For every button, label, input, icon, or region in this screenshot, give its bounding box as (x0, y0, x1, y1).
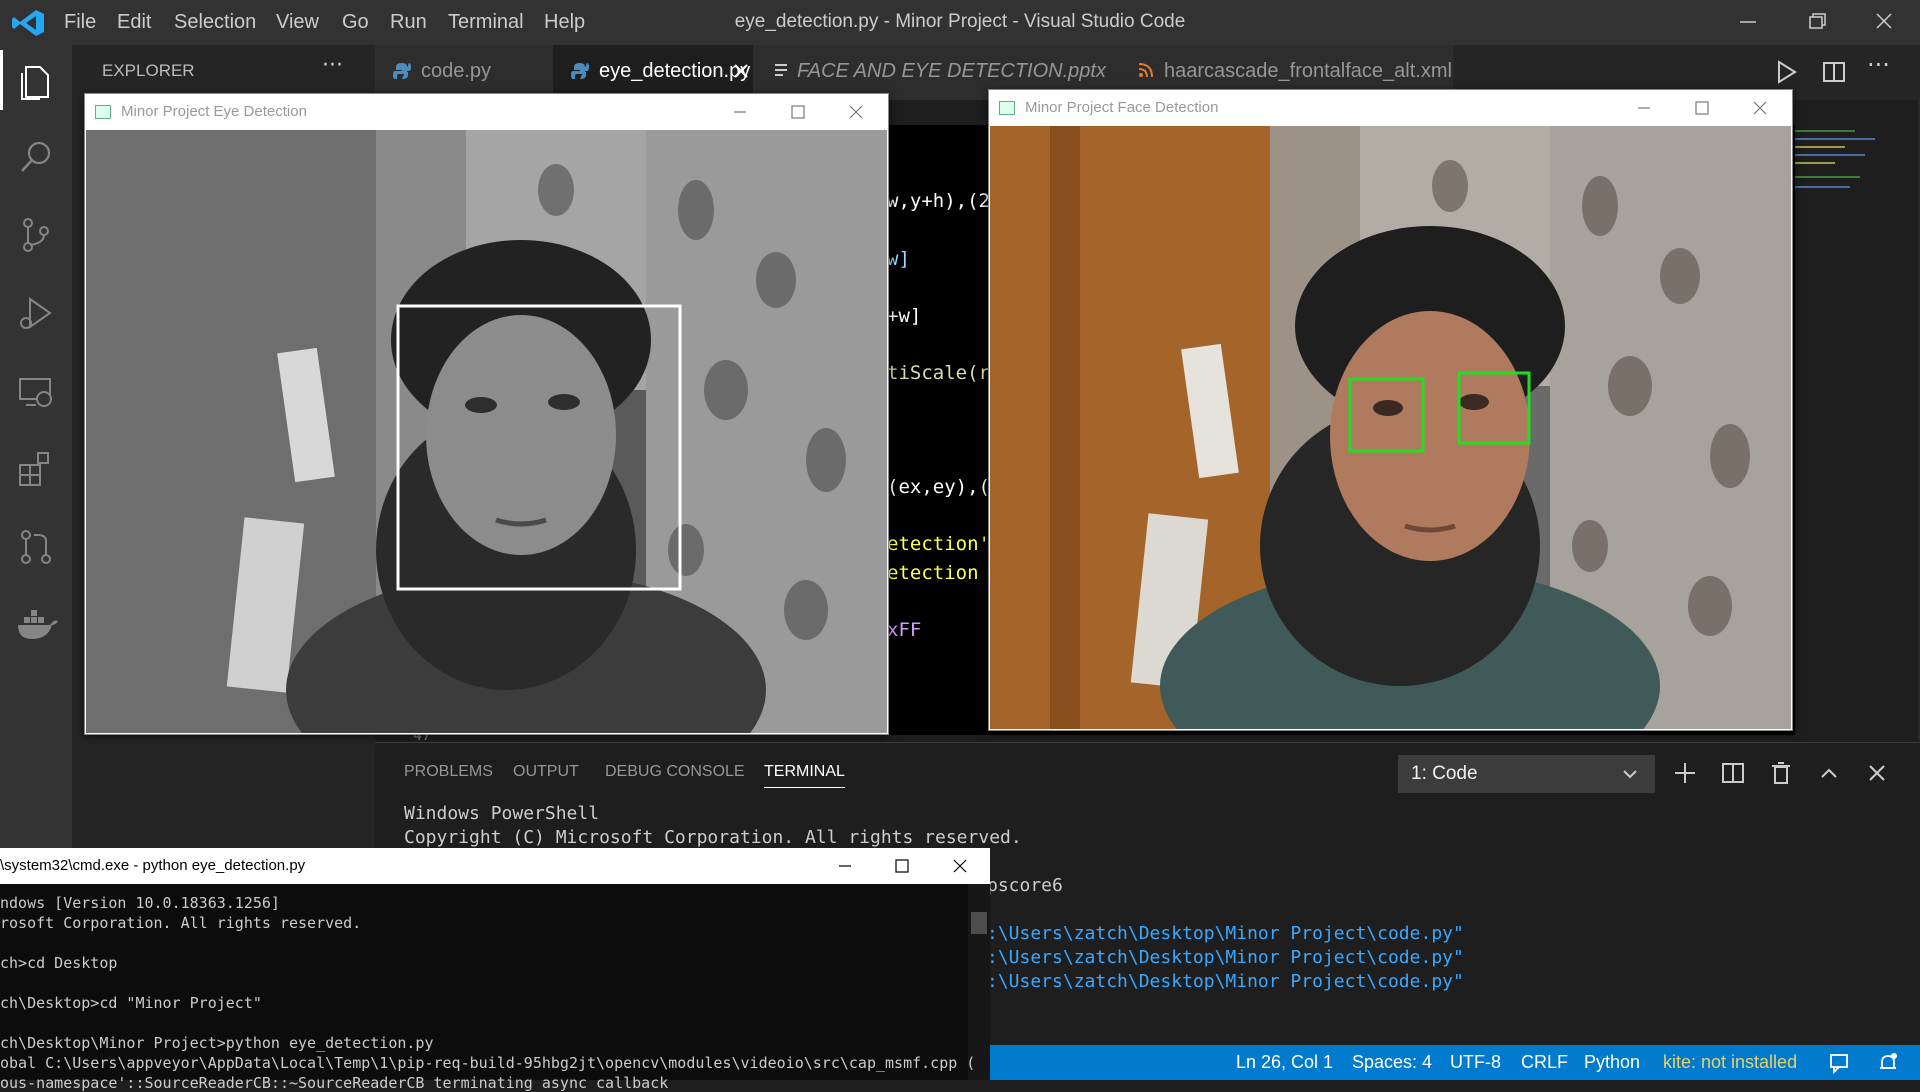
terminal-line: :\Users\zatch\Desktop\Minor Project\code… (987, 947, 1464, 968)
tab-output[interactable]: OUTPUT (513, 763, 579, 781)
cursor-position[interactable]: Ln 26, Col 1 (1236, 1052, 1333, 1073)
text-file-icon (775, 64, 787, 76)
search-icon[interactable] (14, 135, 58, 179)
code-fragment: w,y+h),(2 (887, 190, 990, 212)
grayscale-camera-frame (86, 130, 887, 733)
window-title: eye_detection.py - Minor Project - Visua… (734, 11, 1186, 32)
explorer-title: EXPLORER (102, 61, 195, 80)
docker-icon[interactable] (14, 603, 58, 647)
code-fragment: tiScale(r (887, 362, 990, 384)
cmd-line: ch>cd Desktop (0, 954, 118, 972)
feedback-icon[interactable] (1828, 1052, 1850, 1074)
cmd-line: obal C:\Users\appveyor\AppData\Local\Tem… (0, 1054, 976, 1072)
maximize-panel-icon[interactable] (1816, 760, 1842, 786)
cmd-scrollbar[interactable] (968, 884, 990, 1080)
terminal-select[interactable]: 1: Code (1398, 755, 1655, 793)
terminal-line: :\Users\zatch\Desktop\Minor Project\code… (987, 971, 1464, 992)
tab-label: eye_detection.py (599, 60, 751, 82)
cmd-line: ndows [Version 10.0.18363.1256] (0, 894, 280, 912)
encoding[interactable]: UTF-8 (1450, 1052, 1501, 1073)
indentation[interactable]: Spaces: 4 (1352, 1052, 1432, 1073)
code-fragment: w] (887, 248, 910, 270)
cmd-title: \system32\cmd.exe - python eye_detection… (0, 857, 306, 874)
close-window-icon[interactable] (1864, 8, 1904, 36)
cmd-window[interactable]: \system32\cmd.exe - python eye_detection… (0, 848, 990, 1092)
rss-xml-icon (1138, 63, 1153, 78)
close-panel-icon[interactable] (1864, 760, 1890, 786)
eye-window-titlebar: Minor Project Eye Detection (85, 94, 888, 130)
terminal-select-value: 1: Code (1411, 763, 1478, 784)
maximize-icon[interactable] (1687, 94, 1717, 122)
color-camera-frame (990, 126, 1791, 729)
face-window-title: Minor Project Face Detection (1025, 99, 1219, 116)
app-icon (999, 101, 1015, 115)
terminal-line: pscore6 (987, 875, 1063, 896)
tab-label: FACE AND EYE DETECTION.pptx (797, 60, 1106, 82)
close-tab-icon[interactable] (733, 63, 749, 79)
scrollbar-thumb[interactable] (971, 912, 987, 934)
source-control-icon[interactable] (14, 213, 58, 257)
notifications-bell-icon[interactable] (1876, 1051, 1900, 1075)
cmd-titlebar: \system32\cmd.exe - python eye_detection… (0, 848, 990, 884)
terminal-line: Windows PowerShell (404, 803, 600, 824)
pull-request-icon[interactable] (14, 525, 58, 569)
face-detection-window[interactable]: Minor Project Face Detection (988, 89, 1793, 731)
close-icon[interactable] (1745, 94, 1775, 122)
maximize-icon[interactable] (783, 98, 813, 126)
app-icon (95, 105, 111, 119)
close-icon[interactable] (945, 852, 975, 880)
eye-detection-window[interactable]: Minor Project Eye Detection (84, 93, 889, 735)
new-terminal-icon[interactable] (1672, 760, 1698, 786)
tab-eye-detection-py[interactable]: eye_detection.py (553, 45, 754, 100)
more-actions-icon[interactable]: ··· (1867, 51, 1890, 79)
cmd-line: rosoft Corporation. All rights reserved. (0, 914, 362, 932)
line-ending[interactable]: CRLF (1521, 1052, 1568, 1073)
maximize-icon[interactable] (887, 852, 917, 880)
terminal-line: :\Users\zatch\Desktop\Minor Project\code… (987, 923, 1464, 944)
more-actions-icon[interactable]: ··· (322, 53, 343, 78)
explorer-icon[interactable] (14, 59, 58, 103)
code-fragment: (ex,ey),( (887, 476, 990, 498)
cmd-line: ch\Desktop>cd "Minor Project" (0, 994, 262, 1012)
restore-icon[interactable] (1796, 8, 1836, 36)
trash-icon[interactable] (1768, 760, 1794, 786)
remote-explorer-icon[interactable] (14, 369, 58, 413)
minimize-icon[interactable] (725, 98, 755, 126)
tab-code-py[interactable]: code.py (375, 45, 554, 100)
minimap[interactable] (1790, 100, 1905, 740)
cmd-line: ous-namespace'::SourceReaderCB::~SourceR… (0, 1074, 669, 1092)
kite-status[interactable]: kite: not installed (1663, 1052, 1797, 1073)
python-file-icon (393, 63, 411, 79)
python-file-icon (571, 63, 589, 79)
tab-label: code.py (421, 60, 492, 82)
run-file-icon[interactable] (1773, 59, 1799, 85)
code-fragment: xFF (887, 619, 922, 641)
minimize-icon[interactable] (830, 852, 860, 880)
close-icon[interactable] (841, 98, 871, 126)
minimize-icon[interactable] (1629, 94, 1659, 122)
active-indicator (0, 50, 3, 110)
face-window-titlebar: Minor Project Face Detection (989, 90, 1792, 126)
eye-window-title: Minor Project Eye Detection (121, 103, 307, 120)
tab-label: haarcascade_frontalface_alt.xml (1164, 60, 1452, 82)
chevron-down-icon (1623, 770, 1637, 779)
terminal-line: Copyright (C) Microsoft Corporation. All… (404, 827, 1022, 848)
cmd-line: ch\Desktop\Minor Project>python eye_dete… (0, 1034, 434, 1052)
tab-debug-console[interactable]: DEBUG CONSOLE (605, 763, 745, 781)
language-mode[interactable]: Python (1584, 1052, 1640, 1073)
split-editor-icon[interactable] (1821, 59, 1847, 85)
extensions-icon[interactable] (14, 447, 58, 491)
title-bar: File Edit Selection View Go Run Terminal… (0, 0, 1920, 45)
code-fragment: etection', (887, 533, 1002, 555)
tab-terminal[interactable]: TERMINAL (764, 763, 845, 788)
code-fragment: +w] (887, 305, 922, 327)
run-debug-icon[interactable] (14, 291, 58, 335)
tab-problems[interactable]: PROBLEMS (404, 763, 493, 781)
minimize-icon[interactable] (1728, 8, 1768, 36)
code-fragment: etection (887, 562, 979, 584)
split-terminal-icon[interactable] (1720, 760, 1746, 786)
